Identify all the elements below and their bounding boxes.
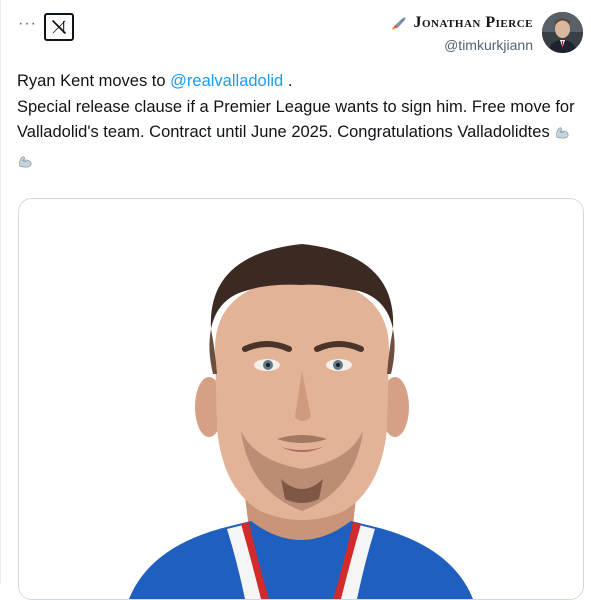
tweet-body: Special release clause if a Premier Leag… [17,95,577,178]
flexed-biceps-icon [554,123,571,149]
tweet-text: Ryan Kent moves to @realvalladolid . Spe… [17,69,577,177]
author-name[interactable]: Jonathan Pierce [413,14,533,32]
mention-link[interactable]: @realvalladolid [170,72,283,90]
rocket-icon [390,15,408,31]
tweet-line-1: Ryan Kent moves to @realvalladolid . [17,69,577,95]
more-options-button[interactable]: ··· [18,14,38,34]
left-divider [0,0,1,584]
avatar[interactable] [542,12,583,53]
tweet-body-text: Special release clause if a Premier Leag… [17,97,575,142]
flexed-biceps-icon [17,152,34,178]
tweet-media-photo[interactable] [18,198,584,600]
tweet-line-1-text: Ryan Kent moves to [17,72,171,90]
author-handle[interactable]: @timkurkjiann [390,37,533,53]
author-block[interactable]: Jonathan Pierce @timkurkjiann [390,14,533,53]
x-logo-icon[interactable] [44,13,74,41]
tweet-line-1-suffix: . [283,72,293,90]
player-portrait [19,199,583,599]
